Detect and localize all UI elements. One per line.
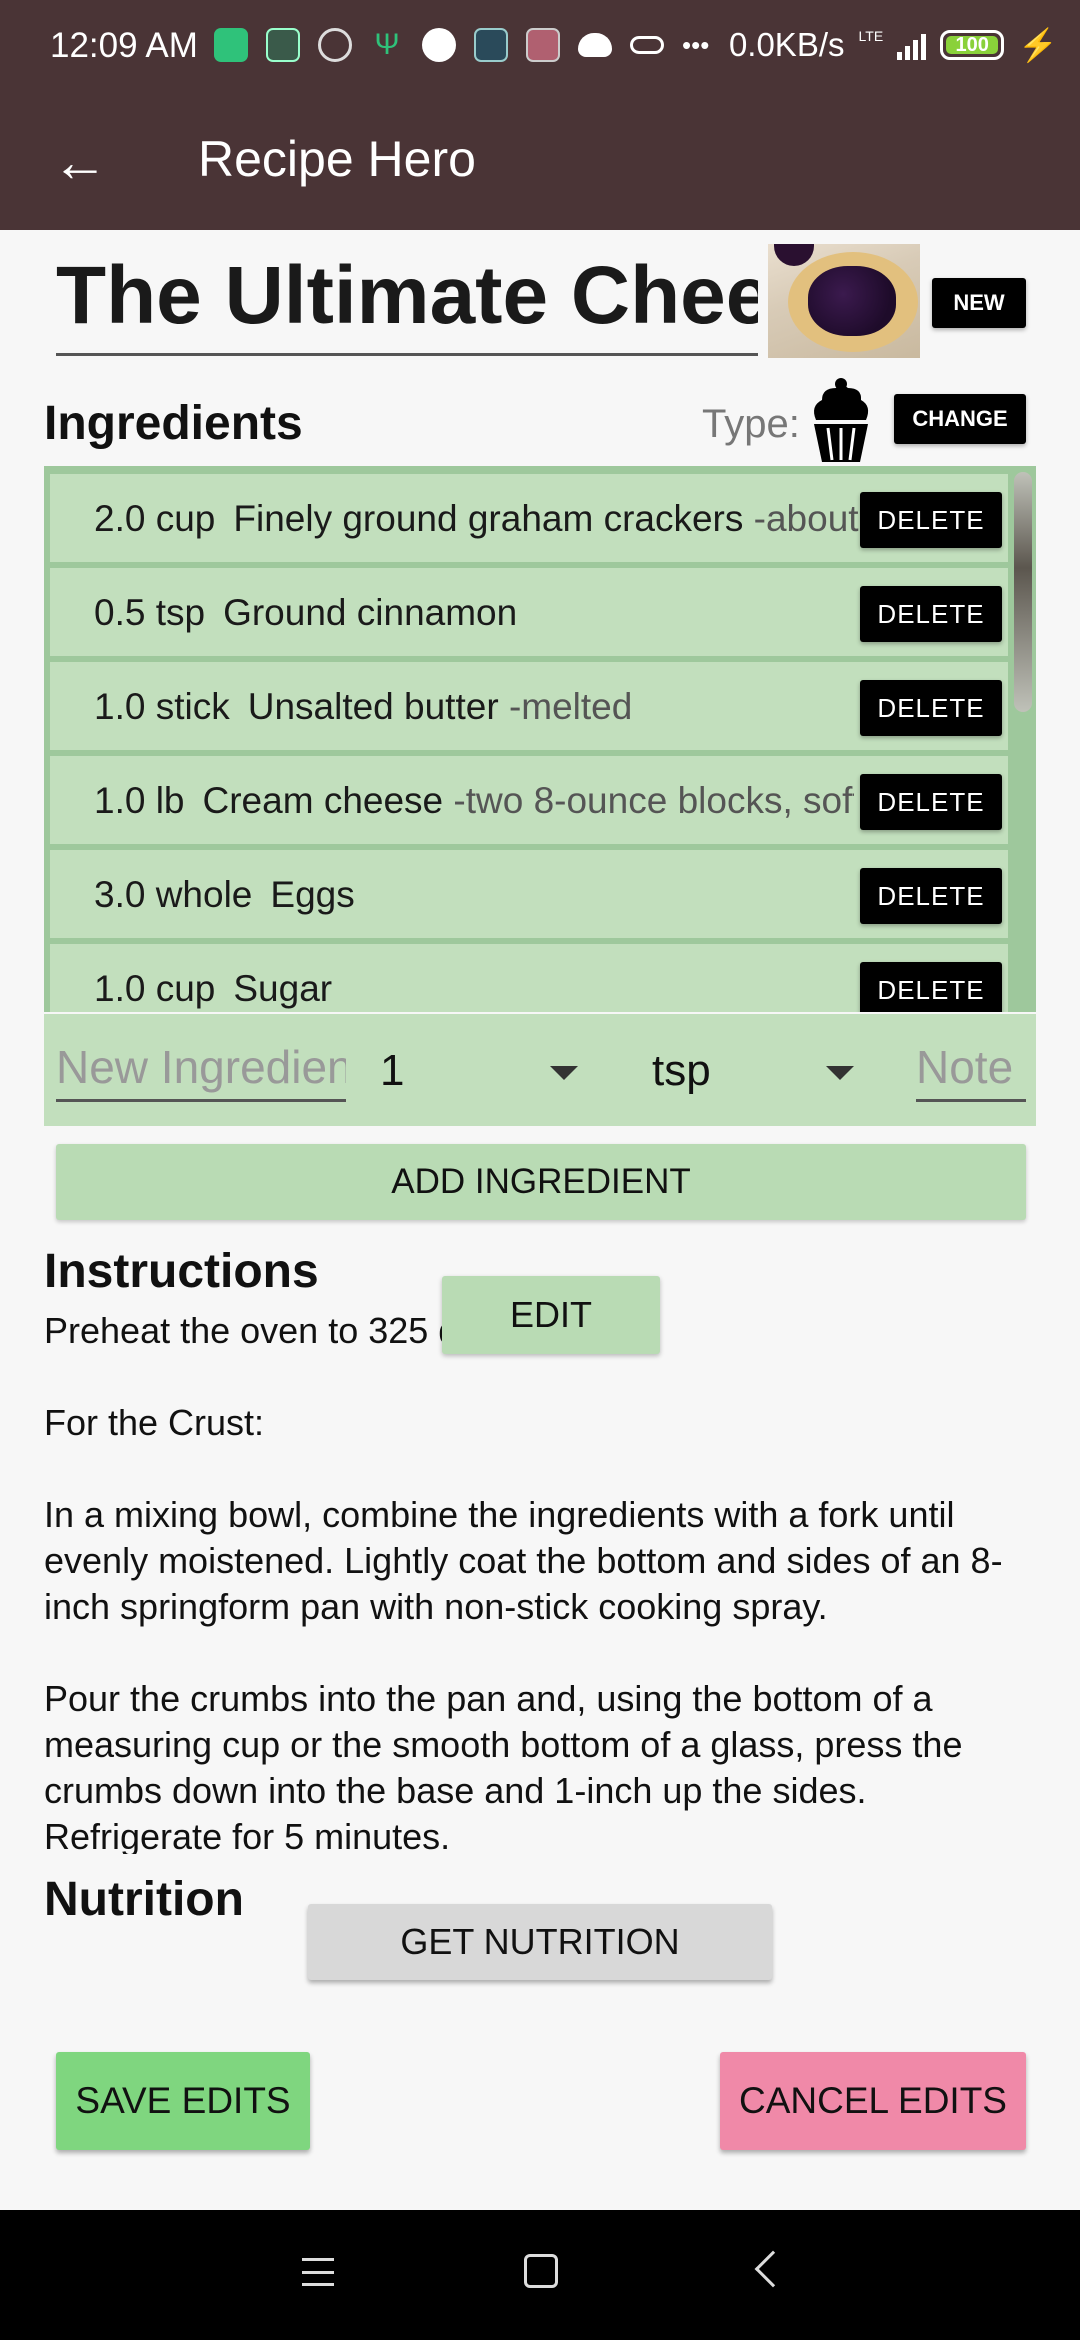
delete-button[interactable]: DELETE bbox=[860, 680, 1002, 736]
status-time: 12:09 AM bbox=[50, 26, 198, 65]
ingredient-note: -two 8-ounce blocks, softened bbox=[453, 780, 854, 821]
photo-notification-icon bbox=[526, 28, 560, 62]
new-ingredient-row: New Ingredient 1 tsp Note bbox=[44, 1014, 1036, 1126]
cupcake-icon bbox=[814, 378, 869, 462]
ingredient-text: 0.5 tsp Ground cinnamon bbox=[94, 592, 884, 634]
recipe-title-input[interactable]: The Ultimate Cheesecake bbox=[56, 244, 758, 356]
battery-level: 100 bbox=[955, 33, 989, 56]
ingredient-text: 2.0 cup Finely ground graham crackers -ab… bbox=[94, 498, 884, 540]
ingredient-text: 1.0 cup Sugar bbox=[94, 968, 884, 1010]
delete-button[interactable]: DELETE bbox=[860, 962, 1002, 1012]
app-title: Recipe Hero bbox=[198, 131, 476, 187]
recents-icon[interactable] bbox=[302, 2258, 334, 2286]
save-edits-button[interactable]: SAVE EDITS bbox=[56, 2052, 310, 2150]
edit-instructions-button[interactable]: EDIT bbox=[442, 1276, 660, 1354]
ingredient-text: 1.0 lb Cream cheese -two 8-ounce blocks, … bbox=[94, 780, 854, 822]
type-label: Type: bbox=[702, 402, 800, 446]
battery-icon: 100 bbox=[940, 30, 1005, 60]
ingredient-list[interactable]: 2.0 cup Finely ground graham crackers -ab… bbox=[44, 466, 1036, 1012]
ingredient-name: Unsalted butter bbox=[247, 686, 499, 727]
instructions-text: Preheat the oven to 325 degrees. For the… bbox=[44, 1308, 1044, 1854]
delete-button[interactable]: DELETE bbox=[860, 492, 1002, 548]
ingredient-row[interactable]: 2.0 cup Finely ground graham crackers -ab… bbox=[50, 474, 1008, 562]
status-bar: 12:09 AM Ψ ••• 0.0KB/s LTE 100 ⚡ bbox=[0, 0, 1080, 96]
list-scrollbar[interactable] bbox=[1014, 472, 1032, 712]
app-notification-icon bbox=[214, 28, 248, 62]
get-nutrition-button[interactable]: GET NUTRITION bbox=[308, 1904, 772, 1980]
back-icon[interactable] bbox=[754, 2250, 792, 2288]
ingredient-name: Cream cheese bbox=[202, 780, 444, 821]
ingredient-qty: 1.0 stick bbox=[94, 686, 230, 727]
ingredient-name: Finely ground graham crackers bbox=[233, 498, 744, 539]
ingredient-row[interactable]: 3.0 whole Eggs DELETE bbox=[50, 850, 1008, 938]
new-ingredient-input[interactable]: New Ingredient bbox=[56, 1040, 346, 1102]
recipe-photo[interactable] bbox=[768, 244, 920, 358]
chevron-down-icon[interactable] bbox=[550, 1066, 578, 1080]
ingredient-qty: 1.0 lb bbox=[94, 780, 185, 821]
ingredient-row[interactable]: 1.0 cup Sugar DELETE bbox=[50, 944, 1008, 1012]
add-ingredient-button[interactable]: ADD INGREDIENT bbox=[56, 1144, 1026, 1220]
ingredient-row[interactable]: 0.5 tsp Ground cinnamon DELETE bbox=[50, 568, 1008, 656]
ingredient-qty: 1.0 cup bbox=[94, 968, 216, 1009]
cloud-upload-icon bbox=[578, 33, 612, 57]
delete-button[interactable]: DELETE bbox=[860, 868, 1002, 924]
change-type-button[interactable]: CHANGE bbox=[894, 394, 1026, 444]
ingredient-qty: 3.0 whole bbox=[94, 874, 253, 915]
system-nav-bar bbox=[0, 2210, 1080, 2340]
chevron-down-icon[interactable] bbox=[826, 1066, 854, 1080]
nutrition-heading: Nutrition bbox=[44, 1873, 244, 1926]
instructions-heading: Instructions bbox=[44, 1245, 319, 1298]
image-notification-icon bbox=[474, 28, 508, 62]
ingredient-qty: 2.0 cup bbox=[94, 498, 216, 539]
delete-button[interactable]: DELETE bbox=[860, 774, 1002, 830]
usb-icon: Ψ bbox=[374, 28, 400, 61]
ingredient-name: Eggs bbox=[270, 874, 355, 915]
ingredient-note: -melted bbox=[508, 686, 633, 727]
network-speed: 0.0KB/s bbox=[728, 26, 845, 63]
instruction-paragraph: For the Crust: bbox=[44, 1402, 265, 1443]
arrow-left-icon[interactable]: ← bbox=[52, 134, 108, 190]
ingredient-row[interactable]: 1.0 stick Unsalted butter -melted DELETE bbox=[50, 662, 1008, 750]
ingredient-text: 3.0 whole Eggs bbox=[94, 874, 884, 916]
voicemail-icon bbox=[630, 36, 664, 54]
quantity-value: 1 bbox=[380, 1046, 405, 1095]
ingredient-row[interactable]: 1.0 lb Cream cheese -two 8-ounce blocks, … bbox=[50, 756, 1008, 844]
instruction-paragraph: Pour the crumbs into the pan and, using … bbox=[44, 1678, 963, 1854]
network-type: LTE bbox=[858, 28, 884, 44]
app-bar: ← Recipe Hero bbox=[0, 96, 1080, 230]
more-icon: ••• bbox=[682, 29, 710, 60]
messenger-icon bbox=[422, 28, 456, 62]
ingredients-heading: Ingredients bbox=[44, 397, 303, 450]
delete-button[interactable]: DELETE bbox=[860, 586, 1002, 642]
unit-select[interactable]: tsp bbox=[652, 1046, 711, 1096]
charging-icon: ⚡ bbox=[1018, 27, 1058, 63]
status-right: 0.0KB/s LTE 100 ⚡ bbox=[729, 26, 1058, 64]
gallery-notification-icon bbox=[266, 28, 300, 62]
instruction-paragraph: In a mixing bowl, combine the ingredient… bbox=[44, 1494, 1003, 1627]
notification-icons: Ψ ••• bbox=[214, 28, 709, 62]
unit-value: tsp bbox=[652, 1046, 711, 1095]
speedometer-icon bbox=[318, 28, 352, 62]
signal-icon bbox=[897, 30, 927, 60]
ingredient-qty: 0.5 tsp bbox=[94, 592, 206, 633]
note-input[interactable]: Note bbox=[916, 1040, 1026, 1102]
ingredient-name: Ground cinnamon bbox=[223, 592, 518, 633]
new-photo-button[interactable]: NEW bbox=[932, 278, 1026, 328]
ingredient-text: 1.0 stick Unsalted butter -melted bbox=[94, 686, 884, 728]
home-icon[interactable] bbox=[524, 2254, 558, 2288]
cancel-edits-button[interactable]: CANCEL EDITS bbox=[720, 2052, 1026, 2150]
ingredient-name: Sugar bbox=[233, 968, 333, 1009]
quantity-select[interactable]: 1 bbox=[380, 1046, 404, 1096]
